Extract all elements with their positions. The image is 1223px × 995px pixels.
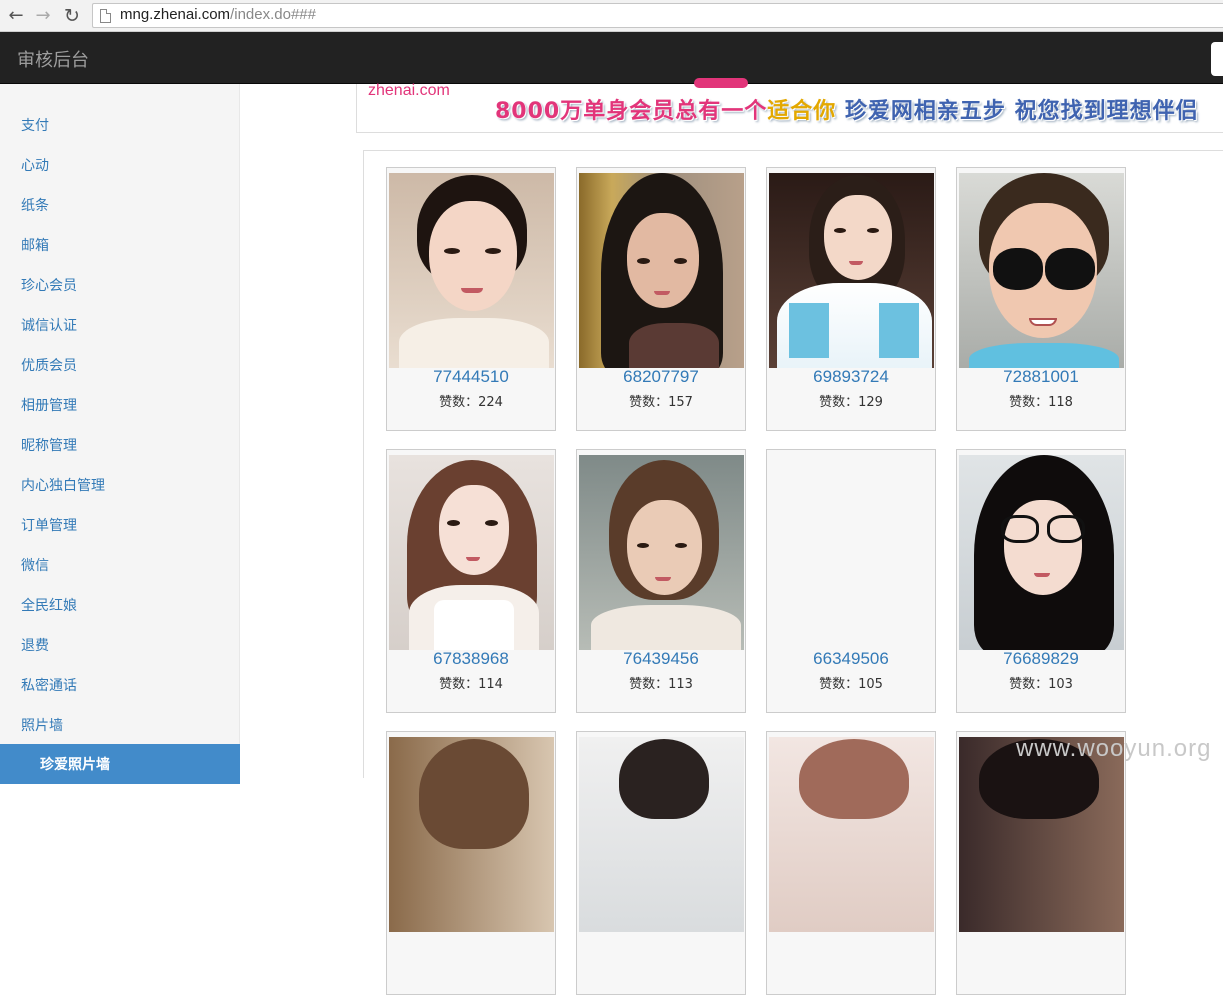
member-photo[interactable]	[389, 173, 554, 368]
app-navbar: 审核后台	[0, 32, 1223, 84]
sidebar-item-vip-members[interactable]: 珍心会员	[21, 275, 77, 295]
like-count: 赞数：114	[439, 677, 503, 692]
member-photo[interactable]	[959, 173, 1124, 368]
photo-card[interactable]	[766, 731, 936, 995]
sidebar-item-refund[interactable]: 退费	[21, 635, 49, 655]
sidebar: 支付 心动 纸条 邮箱 珍心会员 诚信认证 优质会员 相册管理 昵称管理 内心独…	[0, 84, 240, 784]
member-photo[interactable]	[579, 455, 744, 650]
member-photo-empty[interactable]	[769, 455, 934, 650]
photo-card[interactable]: 69893724 赞数：129	[766, 167, 936, 431]
member-id[interactable]: 77444510	[387, 367, 555, 387]
app-title[interactable]: 审核后台	[17, 46, 89, 72]
sidebar-item-nickname-management[interactable]: 昵称管理	[21, 435, 77, 455]
photo-card[interactable]: 76689829 赞数：103	[956, 449, 1126, 713]
like-count: 赞数：129	[819, 395, 883, 410]
member-id[interactable]: 67838968	[387, 649, 555, 669]
like-count: 赞数：157	[629, 395, 693, 410]
sidebar-item-monologue-management[interactable]: 内心独白管理	[21, 475, 105, 495]
sidebar-item-matchmaker[interactable]: 全民红娘	[21, 595, 77, 615]
sidebar-item-mailbox[interactable]: 邮箱	[21, 235, 49, 255]
member-id[interactable]: 69893724	[767, 367, 935, 387]
forward-arrow-icon[interactable]: →	[33, 6, 53, 26]
sidebar-item-album-management[interactable]: 相册管理	[21, 395, 77, 415]
photo-card[interactable]: 77444510 赞数：224	[386, 167, 556, 431]
sidebar-item-private-call[interactable]: 私密通话	[21, 675, 77, 695]
banner-pill-decoration	[694, 78, 748, 88]
photo-card[interactable]: 76439456 赞数：113	[576, 449, 746, 713]
photo-card[interactable]: 72881001 赞数：118	[956, 167, 1126, 431]
like-count: 赞数：105	[819, 677, 883, 692]
member-photo[interactable]	[769, 173, 934, 368]
url-text: mng.zhenai.com/index.do###	[120, 6, 316, 23]
sidebar-item-wechat[interactable]: 微信	[21, 555, 49, 575]
member-photo[interactable]	[389, 737, 554, 932]
sidebar-item-premium-members[interactable]: 优质会员	[21, 355, 77, 375]
member-photo[interactable]	[959, 737, 1124, 932]
promo-banner[interactable]: zhenai.com 8000万单身会员总有一个适合你 珍爱网相亲五步 祝您找到…	[356, 78, 1223, 133]
page-icon	[100, 9, 111, 23]
sidebar-item-verification[interactable]: 诚信认证	[21, 315, 77, 335]
like-count: 赞数：113	[629, 677, 693, 692]
like-count: 赞数：118	[1009, 395, 1073, 410]
address-bar[interactable]: mng.zhenai.com/index.do###	[92, 3, 1223, 28]
sidebar-item-notes[interactable]: 纸条	[21, 195, 49, 215]
header-search-box[interactable]	[1211, 42, 1223, 76]
member-photo[interactable]	[579, 737, 744, 932]
photo-card[interactable]	[386, 731, 556, 995]
member-id[interactable]: 72881001	[957, 367, 1125, 387]
sidebar-item-photo-wall[interactable]: 照片墙	[21, 715, 63, 735]
reload-icon[interactable]: ↻	[62, 6, 82, 26]
sidebar-item-heartbeat[interactable]: 心动	[21, 155, 49, 175]
sidebar-item-payment[interactable]: 支付	[21, 115, 49, 135]
photo-card[interactable]: 66349506 赞数：105	[766, 449, 936, 713]
member-photo[interactable]	[389, 455, 554, 650]
sidebar-item-order-management[interactable]: 订单管理	[21, 515, 77, 535]
member-id[interactable]: 76439456	[577, 649, 745, 669]
like-count: 赞数：103	[1009, 677, 1073, 692]
photo-card[interactable]: 67838968 赞数：114	[386, 449, 556, 713]
watermark: www.wooyun.org	[1016, 735, 1212, 762]
member-photo[interactable]	[959, 455, 1124, 650]
banner-logo: zhenai.com	[368, 82, 450, 99]
back-arrow-icon[interactable]: ←	[6, 6, 26, 26]
photo-card[interactable]: 68207797 赞数：157	[576, 167, 746, 431]
sidebar-active-label: 珍爱照片墙	[40, 757, 110, 773]
member-id[interactable]: 76689829	[957, 649, 1125, 669]
like-count: 赞数：224	[439, 395, 503, 410]
member-photo[interactable]	[769, 737, 934, 932]
member-id[interactable]: 68207797	[577, 367, 745, 387]
photo-card[interactable]	[576, 731, 746, 995]
sidebar-item-zhenai-photo-wall[interactable]: 珍爱照片墙	[0, 744, 240, 784]
member-photo[interactable]	[579, 173, 744, 368]
photo-card[interactable]	[956, 731, 1126, 995]
browser-toolbar: ← → ↻ mng.zhenai.com/index.do###	[0, 0, 1223, 32]
banner-slogan: 8000万单身会员总有一个适合你 珍爱网相亲五步 祝您找到理想伴侣	[495, 99, 1199, 124]
member-id[interactable]: 66349506	[767, 649, 935, 669]
photo-wall: 77444510 赞数：224 68207797 赞数：157 69893724…	[363, 150, 1223, 995]
